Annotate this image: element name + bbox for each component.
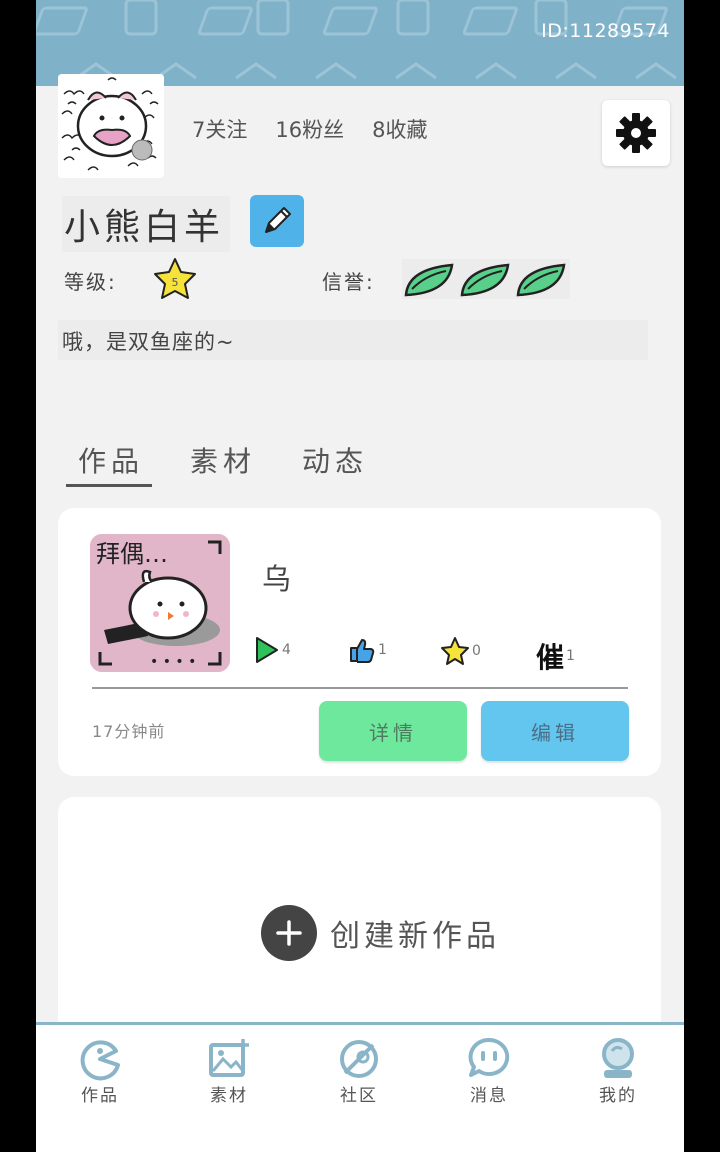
tab-materials[interactable]: 素材 [178,440,290,480]
nav-works[interactable]: 作品 [50,1037,150,1106]
likes-count: 1 [378,642,387,658]
tab-activity[interactable]: 动态 [290,440,402,480]
likes-metric[interactable]: 1 [348,636,387,664]
profile-icon [602,1038,634,1078]
nav-community[interactable]: 社区 [309,1037,409,1106]
content-tabs: 作品 素材 动态 [66,440,402,480]
following-count[interactable]: 7关注 [192,114,247,144]
credit-label: 信誉: [322,270,375,294]
nav-community-label: 社区 [340,1086,378,1106]
level-label: 等级: [64,270,117,294]
user-id: ID:11289574 [541,20,670,42]
favorites-count[interactable]: 8收藏 [372,114,427,144]
level-value: 5 [172,276,179,289]
plays-metric: 4 [254,636,291,664]
work-metrics: 4 1 0 催 1 [254,636,594,674]
plays-count: 4 [282,642,291,658]
avatar[interactable] [58,74,164,178]
play-icon [256,637,278,663]
active-tab-indicator [66,484,152,487]
material-icon [209,1039,249,1077]
leaf-icon [516,263,566,297]
nav-profile-label: 我的 [599,1086,637,1106]
community-icon [340,1040,378,1078]
tab-works[interactable]: 作品 [66,440,178,480]
pencil-icon [265,207,291,233]
works-icon [80,1040,120,1081]
nav-materials[interactable]: 素材 [179,1037,279,1106]
nav-materials-label: 素材 [210,1086,248,1106]
settings-button[interactable] [602,100,670,166]
leaf-icon [404,263,454,297]
work-card: 拜偶… • • • • 乌 4 1 0 催 1 17分钟前 详情 编辑 [58,508,661,776]
level-star-icon: 5 [152,256,198,306]
urge-count: 1 [566,648,575,664]
stars-count: 0 [472,643,481,659]
followers-count[interactable]: 16粉丝 [275,114,344,144]
card-divider [92,687,628,689]
credit-leaves [402,259,570,299]
gear-icon [616,113,656,153]
thumbnail-caption: 拜偶… [96,540,168,568]
username: 小熊白羊 [62,196,231,252]
bio-text: 哦，是双鱼座的~ [58,320,648,360]
bottom-nav: 作品 素材 社区 消息 我的 [36,1022,684,1152]
work-title: 乌 [262,562,292,596]
nav-messages[interactable]: 消息 [439,1037,539,1106]
nav-works-label: 作品 [81,1086,119,1106]
thumbs-up-icon [350,639,375,663]
stars-metric[interactable]: 0 [440,636,481,666]
profile-stats: 7关注 16粉丝 8收藏 [192,114,427,144]
create-work-label: 创建新作品 [330,919,500,954]
nav-profile[interactable]: 我的 [568,1037,668,1106]
edit-work-button[interactable]: 编辑 [481,701,629,761]
work-timestamp: 17分钟前 [92,722,166,741]
edit-profile-button[interactable] [250,195,304,247]
svg-text:• • • •: • • • • [150,654,196,670]
plus-icon [261,905,317,961]
leaf-icon [460,263,510,297]
nav-messages-label: 消息 [470,1086,508,1106]
star-icon [441,637,469,665]
work-thumbnail[interactable]: 拜偶… • • • • [90,534,230,672]
urge-metric[interactable]: 催 1 [536,636,575,676]
message-icon [468,1037,510,1077]
details-button[interactable]: 详情 [319,701,467,761]
urge-icon: 催 [536,641,565,674]
create-work-card[interactable]: 创建新作品 [58,797,661,1037]
profile-screen: ID:11289574 7关注 16粉丝 8收藏 小熊白羊 等级: 5 信誉: … [36,0,684,1152]
